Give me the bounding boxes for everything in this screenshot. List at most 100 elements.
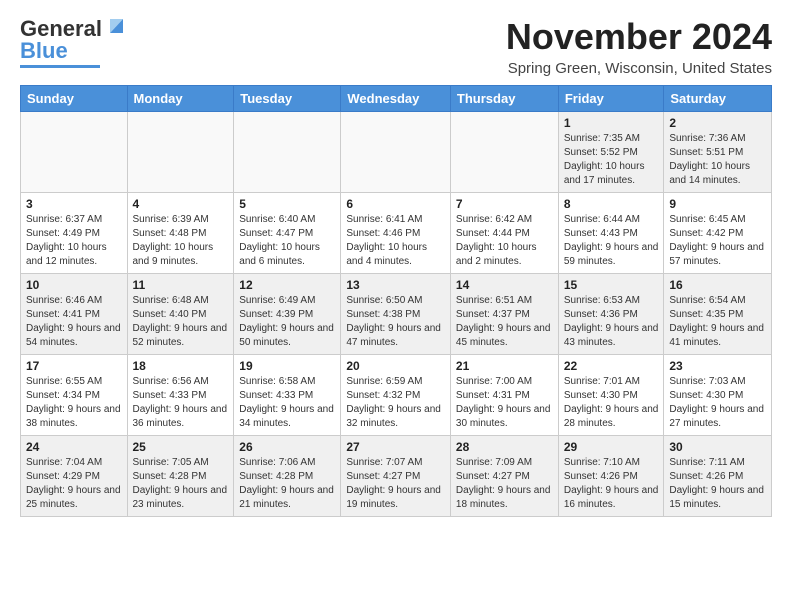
calendar-cell: 16Sunrise: 6:54 AM Sunset: 4:35 PM Dayli… [664,274,772,355]
day-info: Sunrise: 7:10 AM Sunset: 4:26 PM Dayligh… [564,456,659,512]
calendar-cell: 5 Sunrise: 6:40 AM Sunset: 4:47 PM Daylig… [234,193,341,274]
calendar-cell [341,112,451,193]
day-number: 15 [564,278,659,292]
day-info: Sunrise: 6:59 AM Sunset: 4:32 PM Dayligh… [346,375,445,431]
calendar-week-row: 24Sunrise: 7:04 AM Sunset: 4:29 PM Dayli… [21,436,772,517]
calendar-cell: 12Sunrise: 6:49 AM Sunset: 4:39 PM Dayli… [234,274,341,355]
day-info: Sunrise: 6:37 AM Sunset: 4:49 PM Dayligh… [26,213,122,269]
day-info: Sunrise: 7:36 AM Sunset: 5:51 PM Dayligh… [669,132,766,188]
day-number: 17 [26,359,122,373]
calendar-table: SundayMondayTuesdayWednesdayThursdayFrid… [20,85,772,517]
day-number: 28 [456,440,553,454]
calendar-cell: 23Sunrise: 7:03 AM Sunset: 4:30 PM Dayli… [664,355,772,436]
calendar-cell [450,112,558,193]
calendar-cell [234,112,341,193]
day-info: Sunrise: 6:56 AM Sunset: 4:33 PM Dayligh… [133,375,229,431]
day-number: 3 [26,197,122,211]
day-number: 13 [346,278,445,292]
day-info: Sunrise: 7:07 AM Sunset: 4:27 PM Dayligh… [346,456,445,512]
day-number: 19 [239,359,335,373]
day-number: 4 [133,197,229,211]
page-header: General Blue November 2024 Spring Green,… [20,16,772,77]
day-number: 21 [456,359,553,373]
title-block: November 2024 Spring Green, Wisconsin, U… [506,16,772,77]
header-day-wednesday: Wednesday [341,86,451,112]
day-number: 6 [346,197,445,211]
calendar-cell: 29 Sunrise: 7:10 AM Sunset: 4:26 PM Dayli… [558,436,664,517]
day-number: 29 [564,440,659,454]
day-info: Sunrise: 6:45 AM Sunset: 4:42 PM Dayligh… [669,213,766,269]
day-info: Sunrise: 6:51 AM Sunset: 4:37 PM Dayligh… [456,294,553,350]
day-info: Sunrise: 7:35 AM Sunset: 5:52 PM Dayligh… [564,132,659,188]
day-info: Sunrise: 6:41 AM Sunset: 4:46 PM Dayligh… [346,213,445,269]
header-day-thursday: Thursday [450,86,558,112]
calendar-cell: 8 Sunrise: 6:44 AM Sunset: 4:43 PM Daylig… [558,193,664,274]
day-info: Sunrise: 6:58 AM Sunset: 4:33 PM Dayligh… [239,375,335,431]
day-info: Sunrise: 6:54 AM Sunset: 4:35 PM Dayligh… [669,294,766,350]
calendar-cell: 6 Sunrise: 6:41 AM Sunset: 4:46 PM Daylig… [341,193,451,274]
location: Spring Green, Wisconsin, United States [506,60,772,77]
day-info: Sunrise: 7:04 AM Sunset: 4:29 PM Dayligh… [26,456,122,512]
calendar-cell [127,112,234,193]
day-info: Sunrise: 7:03 AM Sunset: 4:30 PM Dayligh… [669,375,766,431]
calendar-cell: 1 Sunrise: 7:35 AM Sunset: 5:52 PM Daylig… [558,112,664,193]
calendar-cell: 24Sunrise: 7:04 AM Sunset: 4:29 PM Dayli… [21,436,128,517]
logo-underline [20,65,100,68]
header-day-friday: Friday [558,86,664,112]
day-number: 7 [456,197,553,211]
day-number: 14 [456,278,553,292]
calendar-header-row: SundayMondayTuesdayWednesdayThursdayFrid… [21,86,772,112]
logo: General Blue [20,16,127,68]
day-number: 27 [346,440,445,454]
header-day-sunday: Sunday [21,86,128,112]
day-number: 30 [669,440,766,454]
day-number: 9 [669,197,766,211]
day-info: Sunrise: 7:05 AM Sunset: 4:28 PM Dayligh… [133,456,229,512]
calendar-cell: 11 Sunrise: 6:48 AM Sunset: 4:40 PM Dayli… [127,274,234,355]
calendar-cell [21,112,128,193]
day-number: 1 [564,116,659,130]
day-info: Sunrise: 6:42 AM Sunset: 4:44 PM Dayligh… [456,213,553,269]
calendar-cell: 3 Sunrise: 6:37 AM Sunset: 4:49 PM Daylig… [21,193,128,274]
calendar-cell: 14 Sunrise: 6:51 AM Sunset: 4:37 PM Dayli… [450,274,558,355]
calendar-cell: 26 Sunrise: 7:06 AM Sunset: 4:28 PM Dayli… [234,436,341,517]
day-info: Sunrise: 7:06 AM Sunset: 4:28 PM Dayligh… [239,456,335,512]
day-info: Sunrise: 6:40 AM Sunset: 4:47 PM Dayligh… [239,213,335,269]
day-info: Sunrise: 6:49 AM Sunset: 4:39 PM Dayligh… [239,294,335,350]
day-info: Sunrise: 6:39 AM Sunset: 4:48 PM Dayligh… [133,213,229,269]
day-info: Sunrise: 7:01 AM Sunset: 4:30 PM Dayligh… [564,375,659,431]
calendar-week-row: 17Sunrise: 6:55 AM Sunset: 4:34 PM Dayli… [21,355,772,436]
calendar-cell: 28 Sunrise: 7:09 AM Sunset: 4:27 PM Dayli… [450,436,558,517]
calendar-cell: 20 Sunrise: 6:59 AM Sunset: 4:32 PM Dayli… [341,355,451,436]
day-number: 2 [669,116,766,130]
day-number: 10 [26,278,122,292]
day-number: 20 [346,359,445,373]
day-number: 18 [133,359,229,373]
day-number: 22 [564,359,659,373]
calendar-cell: 17Sunrise: 6:55 AM Sunset: 4:34 PM Dayli… [21,355,128,436]
day-info: Sunrise: 7:11 AM Sunset: 4:26 PM Dayligh… [669,456,766,512]
calendar-cell: 7 Sunrise: 6:42 AM Sunset: 4:44 PM Daylig… [450,193,558,274]
day-info: Sunrise: 7:09 AM Sunset: 4:27 PM Dayligh… [456,456,553,512]
month-title: November 2024 [506,16,772,58]
day-info: Sunrise: 6:53 AM Sunset: 4:36 PM Dayligh… [564,294,659,350]
logo-icon [105,15,127,35]
calendar-cell: 19 Sunrise: 6:58 AM Sunset: 4:33 PM Dayli… [234,355,341,436]
calendar-cell: 10 Sunrise: 6:46 AM Sunset: 4:41 PM Dayli… [21,274,128,355]
day-number: 8 [564,197,659,211]
header-day-saturday: Saturday [664,86,772,112]
day-number: 5 [239,197,335,211]
day-info: Sunrise: 6:46 AM Sunset: 4:41 PM Dayligh… [26,294,122,350]
calendar-cell: 27 Sunrise: 7:07 AM Sunset: 4:27 PM Dayli… [341,436,451,517]
calendar-cell: 25 Sunrise: 7:05 AM Sunset: 4:28 PM Dayli… [127,436,234,517]
calendar-cell: 30 Sunrise: 7:11 AM Sunset: 4:26 PM Dayli… [664,436,772,517]
header-day-tuesday: Tuesday [234,86,341,112]
day-number: 11 [133,278,229,292]
day-number: 26 [239,440,335,454]
day-info: Sunrise: 6:48 AM Sunset: 4:40 PM Dayligh… [133,294,229,350]
day-info: Sunrise: 6:44 AM Sunset: 4:43 PM Dayligh… [564,213,659,269]
calendar-cell: 2 Sunrise: 7:36 AM Sunset: 5:51 PM Daylig… [664,112,772,193]
logo-text-blue: Blue [20,38,68,64]
day-number: 25 [133,440,229,454]
calendar-week-row: 10 Sunrise: 6:46 AM Sunset: 4:41 PM Dayli… [21,274,772,355]
